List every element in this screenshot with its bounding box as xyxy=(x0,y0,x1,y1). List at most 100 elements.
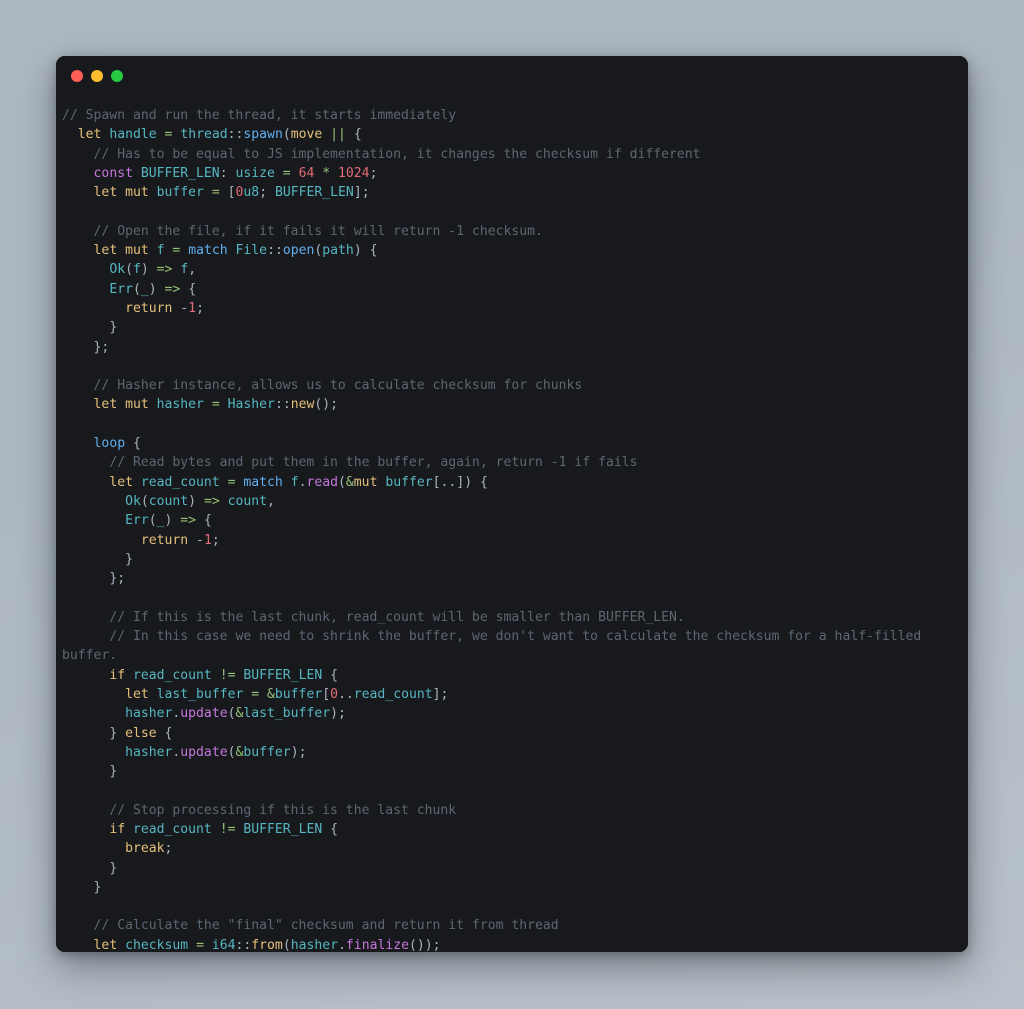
code-token-punct: ; xyxy=(211,532,220,548)
code-token-punct: ; xyxy=(164,841,173,857)
code-token-fnblue: spawn xyxy=(243,127,283,143)
code-token-ident: _ xyxy=(140,281,149,297)
code-token-ident: buffer xyxy=(385,474,433,490)
code-token-punct: :: xyxy=(274,397,291,413)
code-line: if read_count != BUFFER_LEN { xyxy=(62,820,954,839)
code-line: let mut f = match File::open(path) { xyxy=(62,241,954,260)
code-token-fnyellow: from xyxy=(251,937,283,952)
code-line: } xyxy=(62,762,954,781)
code-token-punct: ; xyxy=(259,185,275,201)
code-line: Ok(f) => f, xyxy=(62,260,954,279)
code-token-ident: path xyxy=(322,243,354,259)
code-token-keyword: move xyxy=(290,127,323,143)
code-line: // Calculate the "final" checksum and re… xyxy=(62,916,954,935)
code-token-comment: // Open the file, if it fails it will re… xyxy=(93,223,543,239)
code-line: } xyxy=(62,318,954,337)
code-token-keyword: return xyxy=(140,532,189,548)
code-token-keyword: mut xyxy=(353,474,378,490)
code-token-number: 64 xyxy=(298,165,315,181)
code-token-punct: } xyxy=(109,764,118,780)
code-token-keyword: mut xyxy=(125,397,149,413)
code-token-punct: { xyxy=(330,821,339,837)
code-token-ident: f xyxy=(156,243,165,259)
code-token-op: || xyxy=(330,127,346,143)
minimize-button-icon[interactable] xyxy=(91,70,103,82)
code-token-fnblue: match xyxy=(188,243,228,259)
code-token-comment: // Stop processing if this is the last c… xyxy=(109,802,457,818)
code-token-keyword: if xyxy=(109,667,126,683)
code-token-number: 0 xyxy=(330,686,338,702)
code-token-fnblue: match xyxy=(243,474,283,490)
code-editor-window: // Spawn and run the thread, it starts i… xyxy=(56,56,968,952)
code-token-punct: { xyxy=(132,436,141,452)
code-token-keyword: let xyxy=(93,243,118,259)
code-token-punct: ]; xyxy=(432,686,449,702)
code-line: return -1; xyxy=(62,531,954,550)
close-button-icon[interactable] xyxy=(71,70,83,82)
code-line: // Spawn and run the thread, it starts i… xyxy=(62,106,954,125)
code-token-ident: hasher xyxy=(125,706,173,722)
code-token-comment: // Calculate the "final" checksum and re… xyxy=(93,918,559,934)
code-token-op: => xyxy=(180,513,197,529)
code-token-keyword: let xyxy=(77,127,102,143)
code-token-ident: BUFFER_LEN xyxy=(274,185,354,201)
code-token-ident: handle xyxy=(109,127,157,143)
code-token-op: => xyxy=(156,262,173,278)
code-token-ident: read_count xyxy=(132,821,212,837)
code-token-number: 1 xyxy=(203,532,212,548)
code-token-punct: }; xyxy=(93,339,110,355)
maximize-button-icon[interactable] xyxy=(111,70,123,82)
window-titlebar[interactable] xyxy=(56,56,968,96)
code-token-punct: ) xyxy=(164,513,181,529)
code-token-kwpurple: const xyxy=(93,165,133,181)
source-code-block[interactable]: // Spawn and run the thread, it starts i… xyxy=(56,106,968,952)
code-token-op: & xyxy=(345,474,354,490)
code-token-number: 1024 xyxy=(338,165,370,181)
code-token-punct: [ xyxy=(227,185,236,201)
code-token-number: 1 xyxy=(188,300,197,316)
code-viewport[interactable]: // Spawn and run the thread, it starts i… xyxy=(56,96,968,952)
code-token-punct: } xyxy=(93,879,102,895)
code-token-op: => xyxy=(203,493,220,509)
code-token-ident: hasher xyxy=(290,937,339,952)
code-line: let handle = thread::spawn(move || { xyxy=(62,125,954,144)
code-token-punct: , xyxy=(267,493,275,509)
code-line: // If this is the last chunk, read_count… xyxy=(62,608,954,627)
code-token-punct: ) xyxy=(188,493,204,509)
code-token-op: => xyxy=(164,281,181,297)
code-token-keyword: if xyxy=(109,821,126,837)
code-line: } xyxy=(62,550,954,569)
code-line: let mut buffer = [0u8; BUFFER_LEN]; xyxy=(62,183,954,202)
